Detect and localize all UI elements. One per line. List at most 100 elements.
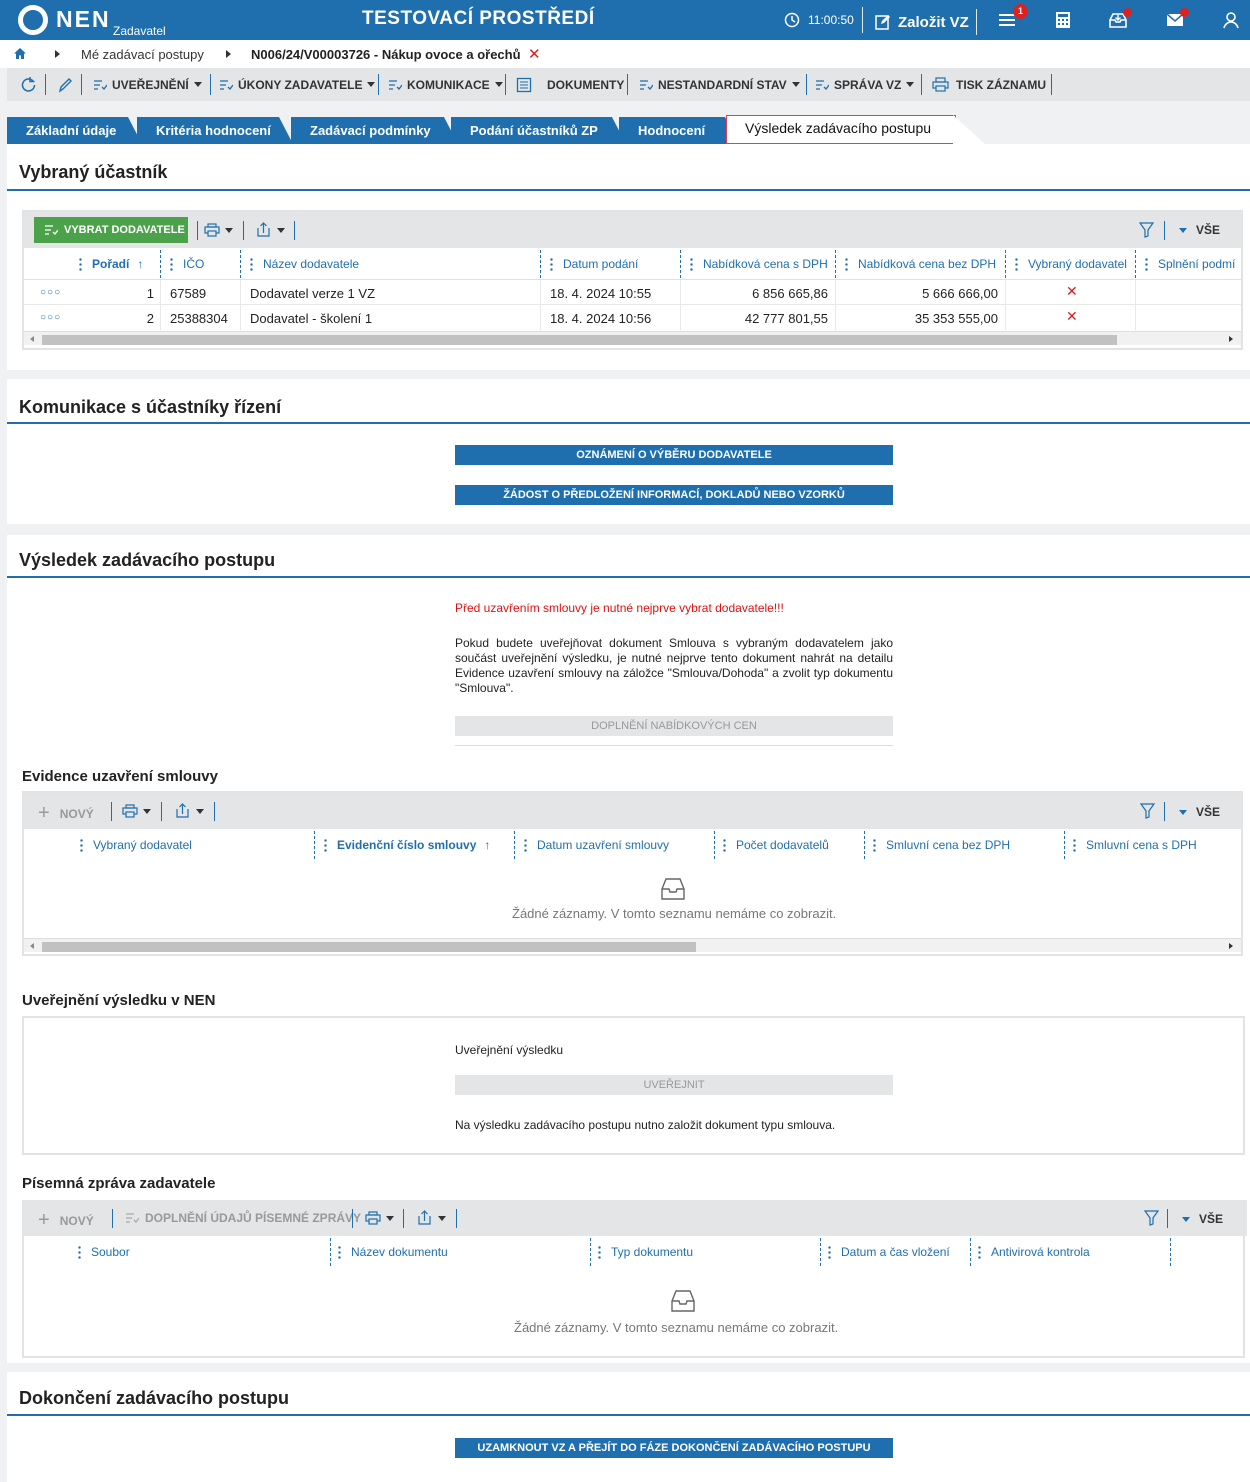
export-menu[interactable] <box>417 1210 446 1226</box>
col-header-antivirus[interactable]: Antivirová kontrola <box>978 1245 1090 1259</box>
scroll-left-icon[interactable] <box>30 943 34 949</box>
lock-and-complete-button[interactable]: UZAMKNOUT VZ A PŘEJÍT DO FÁZE DOKONČENÍ … <box>455 1438 893 1458</box>
export-menu[interactable] <box>256 222 285 238</box>
new-contract-button[interactable]: + NOVÝ <box>38 802 94 825</box>
filter-icon[interactable] <box>1140 803 1155 819</box>
separator <box>210 74 211 95</box>
table-row[interactable]: ○○○ 1 67589 Dodavatel verze 1 VZ 18. 4. … <box>24 280 1241 305</box>
col-header-date[interactable]: Datum podání <box>550 257 638 271</box>
column-grip-icon <box>598 1245 601 1259</box>
home-icon[interactable] <box>13 47 27 60</box>
column-grip-icon <box>80 838 83 852</box>
cell-ico: 25388304 <box>170 311 228 326</box>
documents-button[interactable]: DOKUMENTY <box>516 68 624 101</box>
print-menu[interactable] <box>365 1211 394 1225</box>
caret-down-icon <box>196 808 204 814</box>
tab-evaluation[interactable]: Hodnocení <box>619 117 739 144</box>
print-menu[interactable] <box>122 804 151 818</box>
view-all-dropdown[interactable]: VŠE <box>1182 1212 1223 1226</box>
publish-button[interactable]: UVEŘEJNIT <box>455 1075 893 1095</box>
calculator-icon[interactable] <box>1053 10 1073 30</box>
scroll-right-icon[interactable] <box>1229 943 1233 949</box>
col-header-contract-date[interactable]: Datum uzavření smlouvy <box>524 838 669 852</box>
communication-menu[interactable]: KOMUNIKACE <box>388 68 503 101</box>
print-record-button[interactable]: TISK ZÁZNAMU <box>932 68 1046 101</box>
action-toolbar: UVEŘEJNĚNÍ ÚKONY ZADAVATELE KOMUNIKACE D… <box>7 68 1250 101</box>
col-header-price-vat[interactable]: Smluvní cena s DPH <box>1073 838 1197 852</box>
publish-menu[interactable]: UVEŘEJNĚNÍ <box>93 68 202 101</box>
col-header-inserted-at[interactable]: Datum a čas vložení <box>828 1245 950 1259</box>
column-grip-icon <box>170 257 173 271</box>
separator <box>1051 74 1052 95</box>
selected-participant-panel: Vybraný účastník VYBRAT DODAVATELE VŠE P… <box>7 144 1250 370</box>
request-documents-button[interactable]: ŽÁDOST O PŘEDLOŽENÍ INFORMACÍ, DOKLADŮ N… <box>455 485 893 505</box>
breadcrumb-current: N006/24/V00003726 - Nákup ovoce a ořechů <box>251 47 521 62</box>
tab-tender-conditions[interactable]: Zadávací podmínky <box>291 117 458 144</box>
col-header-document-name[interactable]: Název dokumentu <box>338 1245 448 1259</box>
separator <box>214 802 215 821</box>
select-supplier-button[interactable]: VYBRAT DODAVATELE <box>34 217 188 243</box>
nonstandard-menu[interactable]: NESTANDARDNÍ STAV <box>639 68 800 101</box>
fill-report-data-button[interactable]: DOPLNĚNÍ ÚDAJŮ PÍSEMNÉ ZPRÁVY <box>125 1211 361 1225</box>
user-icon[interactable] <box>1221 10 1241 30</box>
separator <box>45 74 46 95</box>
horizontal-scrollbar[interactable] <box>24 938 1241 952</box>
print-menu[interactable] <box>204 223 233 237</box>
filter-icon[interactable] <box>1139 222 1154 238</box>
logo-text[interactable]: NEN <box>56 6 111 33</box>
breadcrumb-level1[interactable]: Mé zadávací postupy <box>81 47 204 62</box>
table-row[interactable]: ○○○ 2 25388304 Dodavatel - školení 1 18.… <box>24 305 1241 330</box>
col-header-supplier-count[interactable]: Počet dodavatelů <box>723 838 829 852</box>
scroll-thumb[interactable] <box>42 335 1117 345</box>
grid-toolbar: + NOVÝ VŠE <box>24 793 1241 829</box>
col-header-document-type[interactable]: Typ dokumentu <box>598 1245 693 1259</box>
row-menu-icon[interactable]: ○○○ <box>40 312 61 323</box>
tab-basic-info[interactable]: Základní údaje <box>7 117 142 144</box>
col-header-price-novat[interactable]: Smluvní cena bez DPH <box>873 838 1010 852</box>
close-icon[interactable]: ✕ <box>528 45 541 63</box>
col-header-price-novat[interactable]: Nabídková cena bez DPH <box>845 257 996 271</box>
view-all-dropdown[interactable]: VŠE <box>1179 223 1220 237</box>
horizontal-scrollbar[interactable] <box>24 331 1241 345</box>
cell-divider <box>540 280 541 305</box>
acts-menu[interactable]: ÚKONY ZADAVATELE <box>219 68 376 101</box>
column-grip-icon <box>828 1245 831 1259</box>
fill-prices-button[interactable]: DOPLNĚNÍ NABÍDKOVÝCH CEN <box>455 716 893 736</box>
caret-down-icon <box>906 82 915 87</box>
col-header-supplier-name[interactable]: Název dodavatele <box>250 257 359 271</box>
col-header-ico[interactable]: IČO <box>170 257 204 271</box>
col-header-selected-supplier[interactable]: Vybraný dodavatel <box>80 838 192 852</box>
filter-icon[interactable] <box>1144 1210 1159 1226</box>
contracts-grid: + NOVÝ VŠE Vybraný dodavatel Evidenční č… <box>22 791 1243 956</box>
cell-price-novat: 35 353 555,00 <box>914 311 998 326</box>
printer-icon <box>122 804 138 818</box>
export-menu[interactable] <box>175 803 204 819</box>
sort-asc-icon: ↑ <box>137 257 144 271</box>
empty-message: Žádné záznamy. V tomto seznamu nemáme co… <box>512 906 837 921</box>
supplier-selection-notice-button[interactable]: OZNÁMENÍ O VÝBĚRU DODAVATELE <box>455 445 893 465</box>
view-all-label: VŠE <box>1199 1212 1224 1226</box>
row-menu-icon[interactable]: ○○○ <box>40 287 61 298</box>
panel-rule <box>7 189 1250 191</box>
tab-evaluation-criteria[interactable]: Kritéria hodnocení <box>137 117 293 144</box>
scroll-left-icon[interactable] <box>30 336 34 342</box>
col-header-file[interactable]: Soubor <box>78 1245 130 1259</box>
nen-logo-icon[interactable] <box>18 5 48 35</box>
view-all-dropdown[interactable]: VŠE <box>1179 805 1220 819</box>
col-header-order[interactable]: Pořadí ↑ <box>79 257 143 271</box>
management-menu[interactable]: SPRÁVA VZ <box>815 68 915 101</box>
col-header-conditions[interactable]: Splnění podmí <box>1145 257 1235 271</box>
tab-procedure-result[interactable]: Výsledek zadávacího postupu <box>726 115 956 144</box>
create-vz-button[interactable]: Založit VZ <box>875 9 977 35</box>
tab-strip: Základní údaje Kritéria hodnocení Zadáva… <box>7 113 1250 144</box>
pencil-icon[interactable] <box>57 76 72 93</box>
col-header-selected-supplier[interactable]: Vybraný dodavatel <box>1015 257 1127 271</box>
col-header-contract-number[interactable]: Evidenční číslo smlouvy ↑ <box>324 838 490 852</box>
new-report-button[interactable]: + NOVÝ <box>38 1209 94 1232</box>
refresh-icon[interactable] <box>20 76 37 93</box>
column-separator <box>314 831 315 859</box>
col-header-price-vat[interactable]: Nabídková cena s DPH <box>690 257 828 271</box>
scroll-thumb[interactable] <box>42 942 696 952</box>
tab-participant-submissions[interactable]: Podání účastníků ZP <box>451 117 626 144</box>
scroll-right-icon[interactable] <box>1229 336 1233 342</box>
